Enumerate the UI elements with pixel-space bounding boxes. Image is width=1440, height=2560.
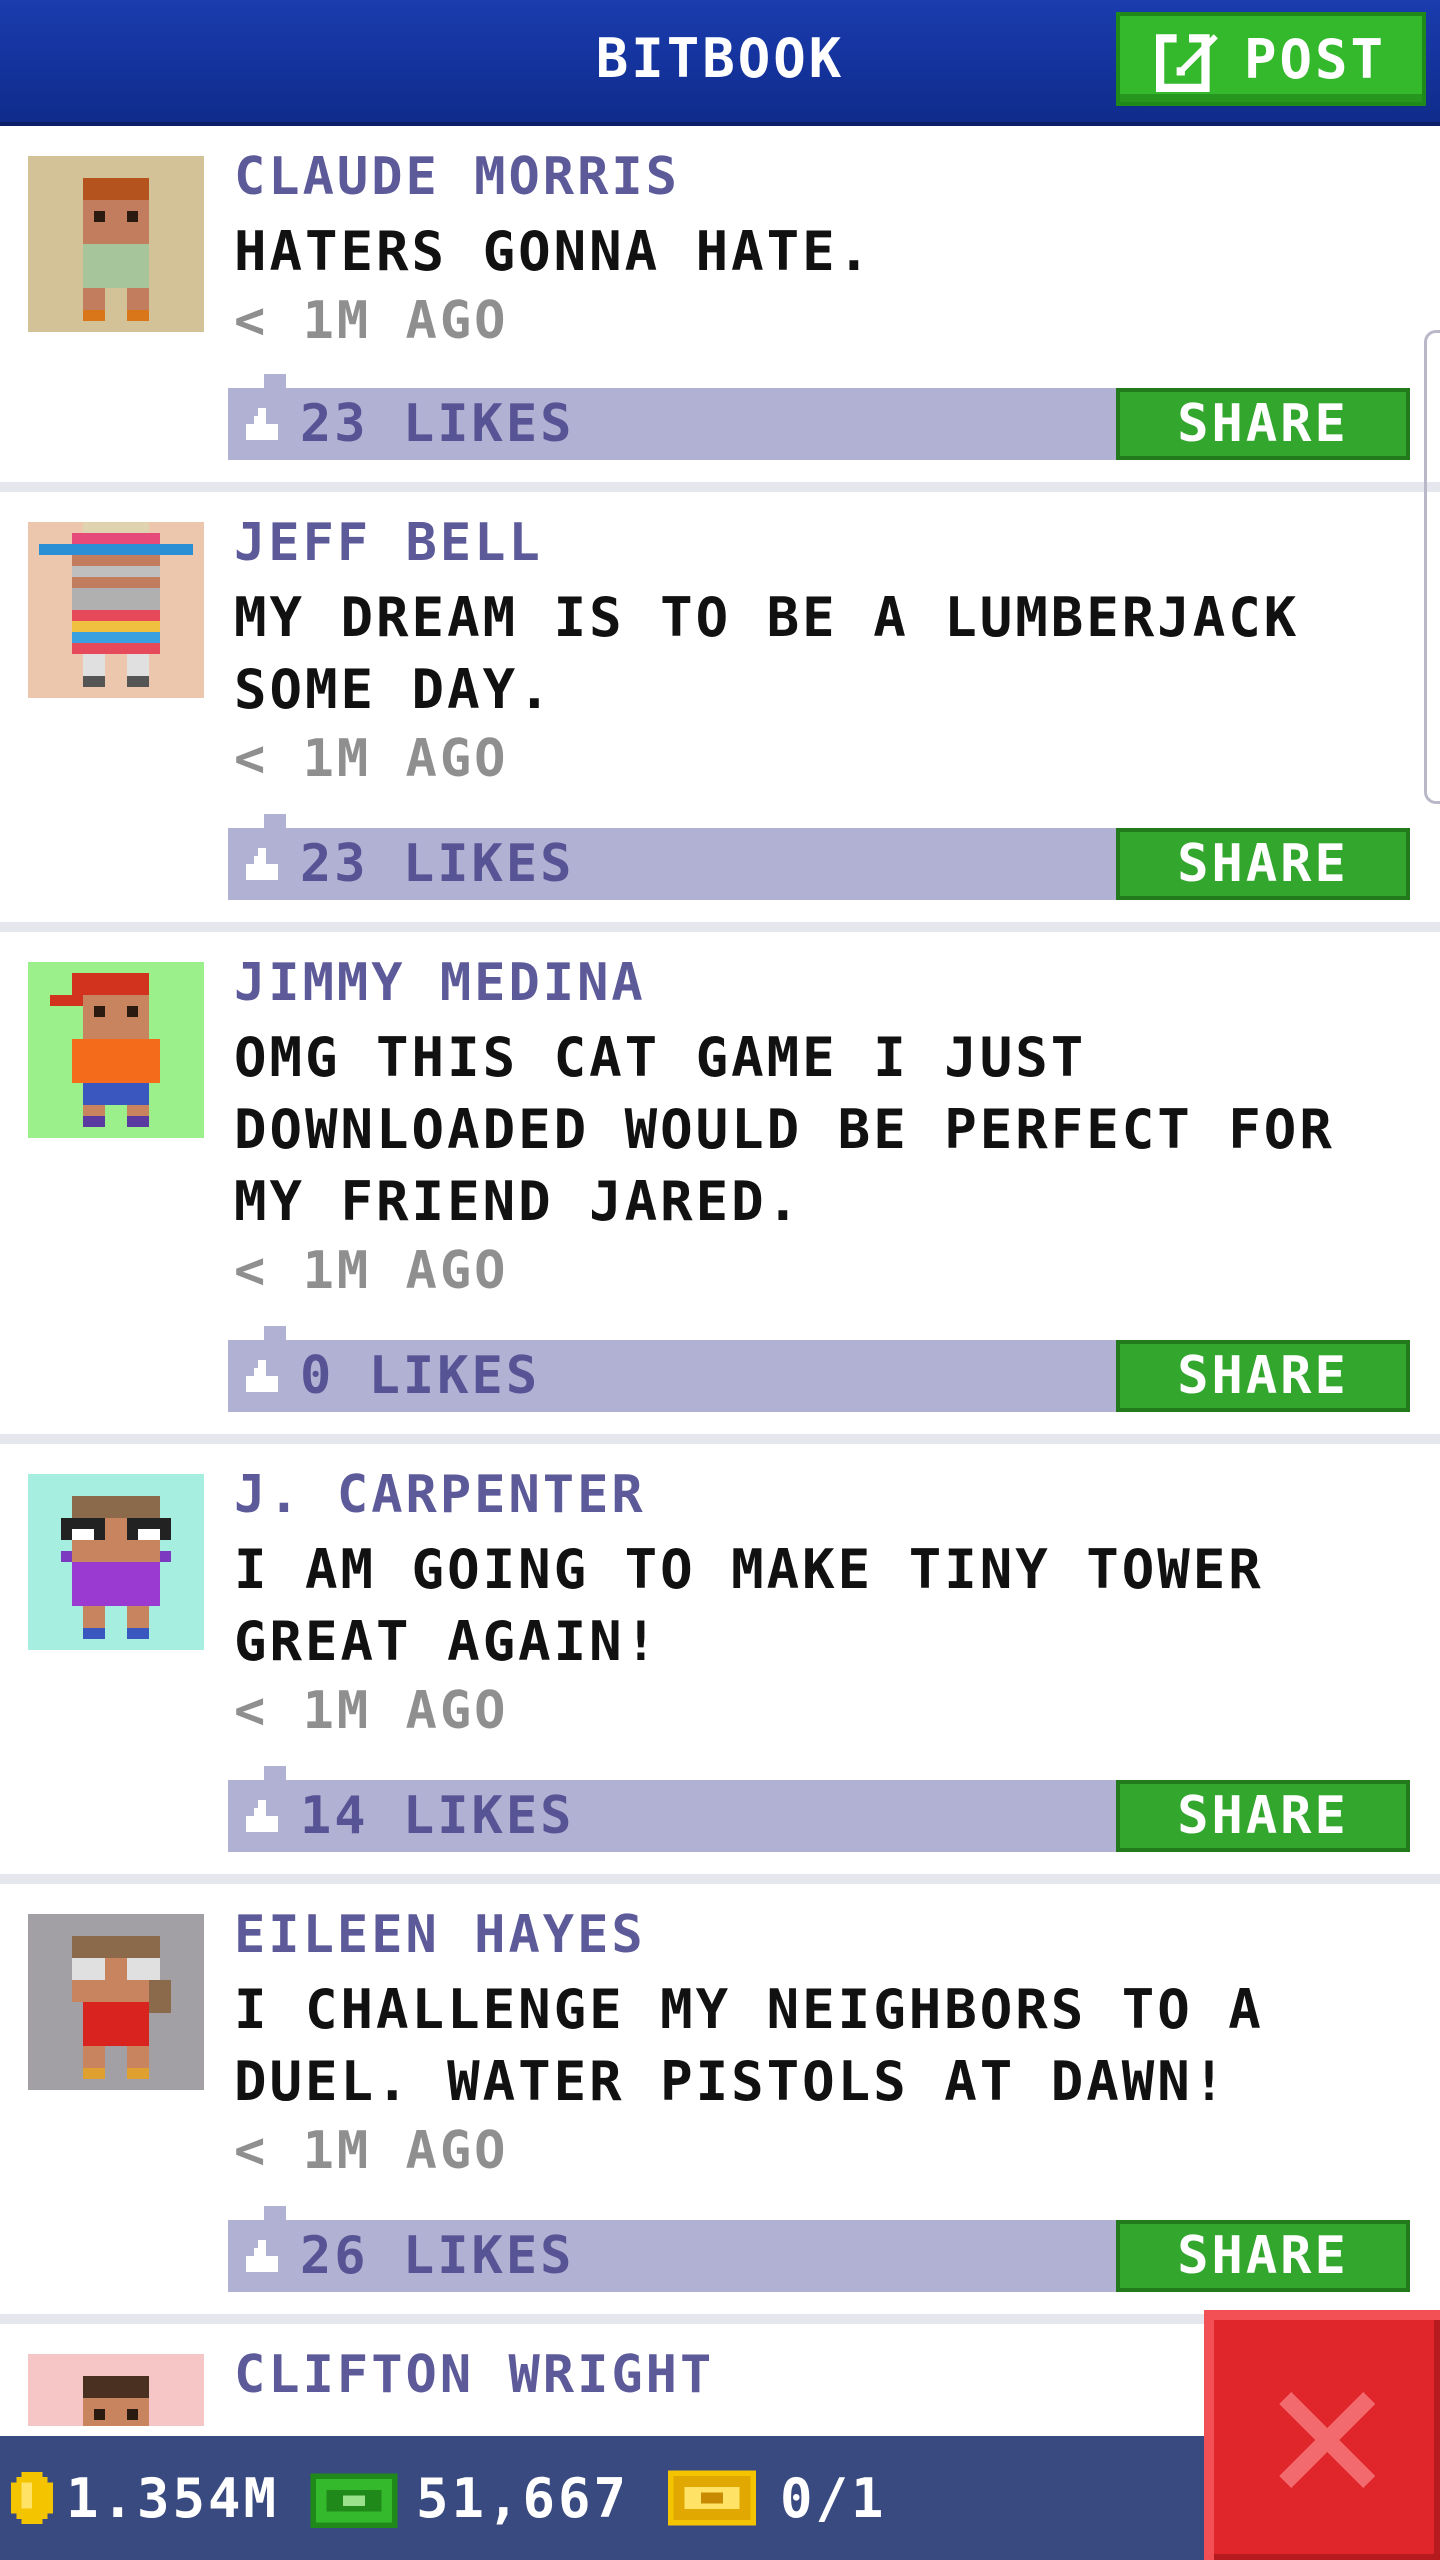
post-author[interactable]: CLAUDE MORRIS bbox=[234, 144, 680, 210]
post-button[interactable]: POST bbox=[1116, 12, 1426, 106]
thumbs-up-icon bbox=[246, 408, 278, 440]
share-button[interactable]: SHARE bbox=[1116, 1780, 1410, 1852]
avatar bbox=[28, 2354, 204, 2426]
thumbs-up-icon bbox=[246, 1800, 278, 1832]
likes-count: 23 LIKES bbox=[300, 394, 575, 454]
post-time: < 1M AGO bbox=[234, 729, 509, 789]
bux-stat: 51,667 bbox=[310, 2436, 629, 2560]
ticket-icon bbox=[668, 2470, 756, 2526]
post-time: < 1M AGO bbox=[234, 1681, 509, 1741]
close-icon bbox=[1279, 2392, 1375, 2488]
like-button[interactable]: 23 LIKES bbox=[242, 388, 574, 460]
likes-count: 23 LIKES bbox=[300, 834, 575, 894]
bux-icon bbox=[310, 2473, 398, 2528]
like-button[interactable]: 23 LIKES bbox=[242, 828, 574, 900]
avatar bbox=[28, 962, 204, 1138]
avatar bbox=[28, 156, 204, 332]
bitbook-feed[interactable]: CLAUDE MORRIS HATERS GONNA HATE. < 1M AG… bbox=[0, 126, 1440, 2426]
like-button[interactable]: 26 LIKES bbox=[242, 2220, 574, 2292]
post-message: MY DREAM IS TO BE A LUMBERJACK SOME DAY. bbox=[234, 586, 1300, 721]
likes-count: 26 LIKES bbox=[300, 2226, 575, 2286]
likes-bar: 14 LIKES SHARE bbox=[228, 1766, 1410, 1852]
post-item: CLAUDE MORRIS HATERS GONNA HATE. < 1M AG… bbox=[0, 126, 1440, 492]
share-button[interactable]: SHARE bbox=[1116, 2220, 1410, 2292]
post-message: OMG THIS CAT GAME I JUST DOWNLOADED WOUL… bbox=[234, 1026, 1335, 1233]
coins-value: 1.354M bbox=[66, 2466, 280, 2530]
avatar bbox=[28, 1474, 204, 1650]
share-button[interactable]: SHARE bbox=[1116, 828, 1410, 900]
tickets-stat: 0/1 bbox=[668, 2436, 887, 2560]
share-button[interactable]: SHARE bbox=[1116, 388, 1410, 460]
post-item: JIMMY MEDINA OMG THIS CAT GAME I JUST DO… bbox=[0, 932, 1440, 1444]
post-time: < 1M AGO bbox=[234, 2121, 509, 2181]
likes-count: 14 LIKES bbox=[300, 1786, 575, 1846]
tickets-value: 0/1 bbox=[780, 2466, 887, 2530]
like-button[interactable]: 14 LIKES bbox=[242, 1780, 574, 1852]
likes-count: 0 LIKES bbox=[300, 1346, 541, 1406]
post-author[interactable]: JIMMY MEDINA bbox=[234, 950, 646, 1016]
like-button[interactable]: 0 LIKES bbox=[242, 1340, 540, 1412]
coin-icon bbox=[11, 2472, 53, 2524]
post-time: < 1M AGO bbox=[234, 1241, 509, 1301]
thumbs-up-icon bbox=[246, 848, 278, 880]
avatar bbox=[28, 1914, 204, 2090]
thumbs-up-icon bbox=[246, 2240, 278, 2272]
likes-bar: 23 LIKES SHARE bbox=[228, 814, 1410, 900]
bux-value: 51,667 bbox=[416, 2466, 630, 2530]
scrollbar[interactable] bbox=[1424, 330, 1440, 804]
post-author[interactable]: JEFF BELL bbox=[234, 510, 543, 576]
post-author[interactable]: J. CARPENTER bbox=[234, 1462, 646, 1528]
post-message: I CHALLENGE MY NEIGHBORS TO A DUEL. WATE… bbox=[234, 1978, 1264, 2113]
post-item: JEFF BELL MY DREAM IS TO BE A LUMBERJACK… bbox=[0, 492, 1440, 932]
post-item: EILEEN HAYES I CHALLENGE MY NEIGHBORS TO… bbox=[0, 1884, 1440, 2324]
close-button[interactable] bbox=[1204, 2310, 1440, 2560]
thumbs-up-icon bbox=[246, 1360, 278, 1392]
likes-bar: 0 LIKES SHARE bbox=[228, 1326, 1410, 1412]
post-author[interactable]: CLIFTON WRIGHT bbox=[234, 2342, 714, 2408]
post-item: J. CARPENTER I AM GOING TO MAKE TINY TOW… bbox=[0, 1444, 1440, 1884]
header-bar: BITBOOK POST bbox=[0, 0, 1440, 126]
post-author[interactable]: EILEEN HAYES bbox=[234, 1902, 646, 1968]
post-message: HATERS GONNA HATE. bbox=[234, 220, 874, 283]
post-button-label: POST bbox=[1243, 27, 1387, 91]
post-time: < 1M AGO bbox=[234, 291, 509, 351]
coins-stat: 1.354M bbox=[6, 2436, 279, 2560]
share-button[interactable]: SHARE bbox=[1116, 1340, 1410, 1412]
post-message: I AM GOING TO MAKE TINY TOWER GREAT AGAI… bbox=[234, 1538, 1264, 1673]
avatar bbox=[28, 522, 204, 698]
likes-bar: 26 LIKES SHARE bbox=[228, 2206, 1410, 2292]
likes-bar: 23 LIKES SHARE bbox=[228, 374, 1410, 460]
compose-icon bbox=[1155, 30, 1218, 92]
